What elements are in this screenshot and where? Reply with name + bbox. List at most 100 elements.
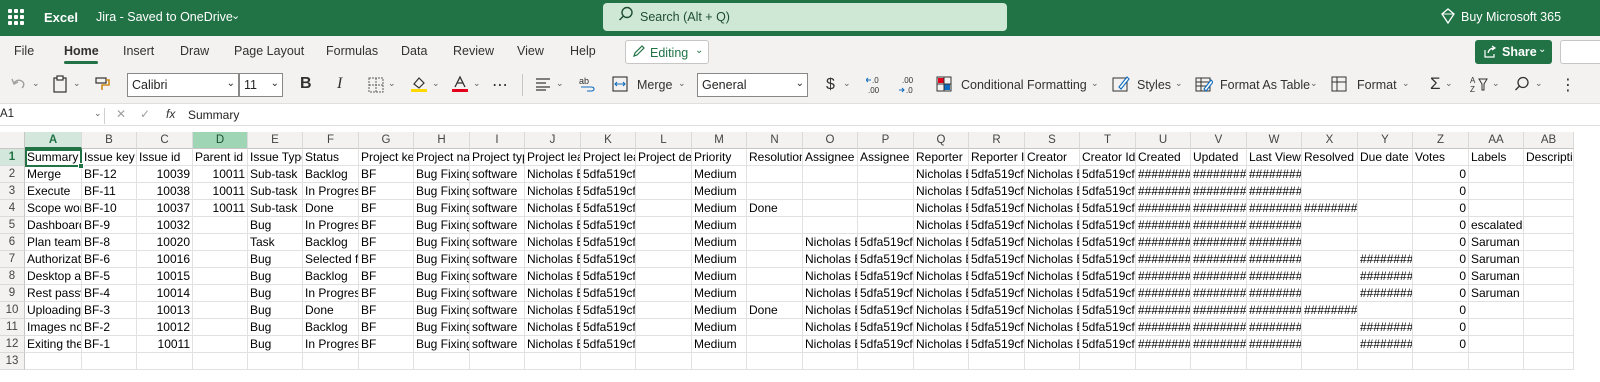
cell-k9[interactable]: 5dfa519cf16b680cb5 bbox=[581, 285, 636, 302]
cell-f5[interactable]: In Progress bbox=[303, 217, 359, 234]
cell-n5[interactable] bbox=[747, 217, 803, 234]
cell-h1[interactable]: Project name bbox=[414, 149, 470, 166]
insert-function-button[interactable]: fx bbox=[166, 107, 175, 121]
cell-j9[interactable]: Nicholas B bbox=[525, 285, 581, 302]
column-header-w[interactable]: W bbox=[1247, 132, 1302, 149]
cell-t9[interactable]: 5dfa519cf bbox=[1080, 285, 1136, 302]
row-header-12[interactable]: 12 bbox=[0, 336, 25, 353]
cell-a4[interactable]: Scope work bbox=[25, 200, 82, 217]
column-header-s[interactable]: S bbox=[1025, 132, 1080, 149]
cell-q1[interactable]: Reporter bbox=[914, 149, 969, 166]
tab-file[interactable]: File bbox=[14, 44, 34, 58]
cell-m2[interactable]: Medium bbox=[692, 166, 747, 183]
cell-w1[interactable]: Last Viewed bbox=[1247, 149, 1302, 166]
cell-d2[interactable]: 10011 bbox=[193, 166, 248, 183]
select-all-corner[interactable] bbox=[0, 132, 25, 149]
fill-color-icon[interactable] bbox=[410, 75, 428, 93]
cell-u13[interactable] bbox=[1136, 353, 1191, 370]
cell-c2[interactable]: 10039 bbox=[137, 166, 193, 183]
cell-p8[interactable]: 5dfa519cf bbox=[858, 268, 914, 285]
conditional-formatting-dropdown-icon[interactable]: ⌄ bbox=[1091, 78, 1099, 89]
cell-u7[interactable]: ######## bbox=[1136, 251, 1191, 268]
cell-h9[interactable]: Bug Fixing bbox=[414, 285, 470, 302]
cell-k2[interactable]: 5dfa519cf16b680cb5 bbox=[581, 166, 636, 183]
cell-m5[interactable]: Medium bbox=[692, 217, 747, 234]
align-icon[interactable] bbox=[535, 77, 551, 91]
column-header-o[interactable]: O bbox=[803, 132, 858, 149]
cell-c1[interactable]: Issue id bbox=[137, 149, 193, 166]
name-box[interactable]: A1 bbox=[0, 108, 14, 120]
cell-q3[interactable]: Nicholas B bbox=[914, 183, 969, 200]
tab-home[interactable]: Home bbox=[64, 44, 99, 58]
cell-t10[interactable]: 5dfa519cf bbox=[1080, 302, 1136, 319]
cell-s9[interactable]: Nicholas B bbox=[1025, 285, 1080, 302]
styles-dropdown-icon[interactable]: ⌄ bbox=[1175, 78, 1183, 89]
cell-s11[interactable]: Nicholas B bbox=[1025, 319, 1080, 336]
cell-b5[interactable]: BF-9 bbox=[82, 217, 137, 234]
cell-x9[interactable] bbox=[1302, 285, 1358, 302]
format-painter-icon[interactable] bbox=[95, 76, 111, 92]
column-header-d[interactable]: D bbox=[193, 132, 248, 149]
format-as-table-icon[interactable] bbox=[1195, 75, 1213, 93]
increase-decimal-icon[interactable]: .0 .00 bbox=[866, 75, 888, 95]
cell-g13[interactable] bbox=[359, 353, 414, 370]
cell-z9[interactable]: 0 bbox=[1413, 285, 1469, 302]
cell-aa10[interactable] bbox=[1469, 302, 1524, 319]
column-header-y[interactable]: Y bbox=[1358, 132, 1413, 149]
cell-q5[interactable]: Nicholas B bbox=[914, 217, 969, 234]
column-header-m[interactable]: M bbox=[692, 132, 747, 149]
cell-z10[interactable]: 0 bbox=[1413, 302, 1469, 319]
cell-o12[interactable]: Nicholas B bbox=[803, 336, 858, 353]
cell-l5[interactable] bbox=[636, 217, 692, 234]
font-color-icon[interactable] bbox=[451, 75, 469, 93]
cell-m7[interactable]: Medium bbox=[692, 251, 747, 268]
cell-z3[interactable]: 0 bbox=[1413, 183, 1469, 200]
cell-o4[interactable] bbox=[803, 200, 858, 217]
cell-aa3[interactable] bbox=[1469, 183, 1524, 200]
cell-r3[interactable]: 5dfa519cf bbox=[969, 183, 1025, 200]
column-header-u[interactable]: U bbox=[1136, 132, 1191, 149]
conditional-formatting-button[interactable]: Conditional Formatting bbox=[961, 78, 1087, 92]
row-header-1[interactable]: 1 bbox=[0, 149, 25, 166]
styles-button[interactable]: Styles bbox=[1137, 78, 1171, 92]
cell-ab7[interactable] bbox=[1524, 251, 1574, 268]
cell-j2[interactable]: Nicholas B bbox=[525, 166, 581, 183]
cell-v3[interactable]: ######## bbox=[1191, 183, 1247, 200]
cell-v1[interactable]: Updated bbox=[1191, 149, 1247, 166]
styles-icon[interactable] bbox=[1112, 75, 1130, 93]
cell-x11[interactable] bbox=[1302, 319, 1358, 336]
cell-y9[interactable]: ######## bbox=[1358, 285, 1413, 302]
cell-m6[interactable]: Medium bbox=[692, 234, 747, 251]
cell-y11[interactable]: ######## bbox=[1358, 319, 1413, 336]
cell-y5[interactable] bbox=[1358, 217, 1413, 234]
cell-f1[interactable]: Status bbox=[303, 149, 359, 166]
cell-h2[interactable]: Bug Fixing bbox=[414, 166, 470, 183]
cell-s5[interactable]: Nicholas B bbox=[1025, 217, 1080, 234]
merge-dropdown-icon[interactable]: ⌄ bbox=[678, 78, 686, 89]
cell-s8[interactable]: Nicholas B bbox=[1025, 268, 1080, 285]
cell-f12[interactable]: In Progress bbox=[303, 336, 359, 353]
column-header-r[interactable]: R bbox=[969, 132, 1025, 149]
cell-v10[interactable]: ######## bbox=[1191, 302, 1247, 319]
cell-j10[interactable]: Nicholas B bbox=[525, 302, 581, 319]
cell-t8[interactable]: 5dfa519cf bbox=[1080, 268, 1136, 285]
cell-j1[interactable]: Project lead bbox=[525, 149, 581, 166]
cell-s6[interactable]: Nicholas B bbox=[1025, 234, 1080, 251]
cell-g3[interactable]: BF bbox=[359, 183, 414, 200]
cell-q11[interactable]: Nicholas B bbox=[914, 319, 969, 336]
row-header-10[interactable]: 10 bbox=[0, 302, 25, 319]
cell-s13[interactable] bbox=[1025, 353, 1080, 370]
cell-aa4[interactable] bbox=[1469, 200, 1524, 217]
font-color-dropdown-icon[interactable]: ⌄ bbox=[473, 78, 481, 89]
cell-o5[interactable] bbox=[803, 217, 858, 234]
cell-v12[interactable]: ######## bbox=[1191, 336, 1247, 353]
cell-g4[interactable]: BF bbox=[359, 200, 414, 217]
autosum-icon[interactable]: Σ bbox=[1430, 74, 1441, 94]
cell-d13[interactable] bbox=[193, 353, 248, 370]
cell-v5[interactable]: ######## bbox=[1191, 217, 1247, 234]
cell-a1[interactable]: Summary bbox=[25, 149, 82, 166]
cell-f8[interactable]: Backlog bbox=[303, 268, 359, 285]
cell-g11[interactable]: BF bbox=[359, 319, 414, 336]
cell-i1[interactable]: Project type bbox=[470, 149, 525, 166]
cell-w10[interactable]: ######## bbox=[1247, 302, 1302, 319]
